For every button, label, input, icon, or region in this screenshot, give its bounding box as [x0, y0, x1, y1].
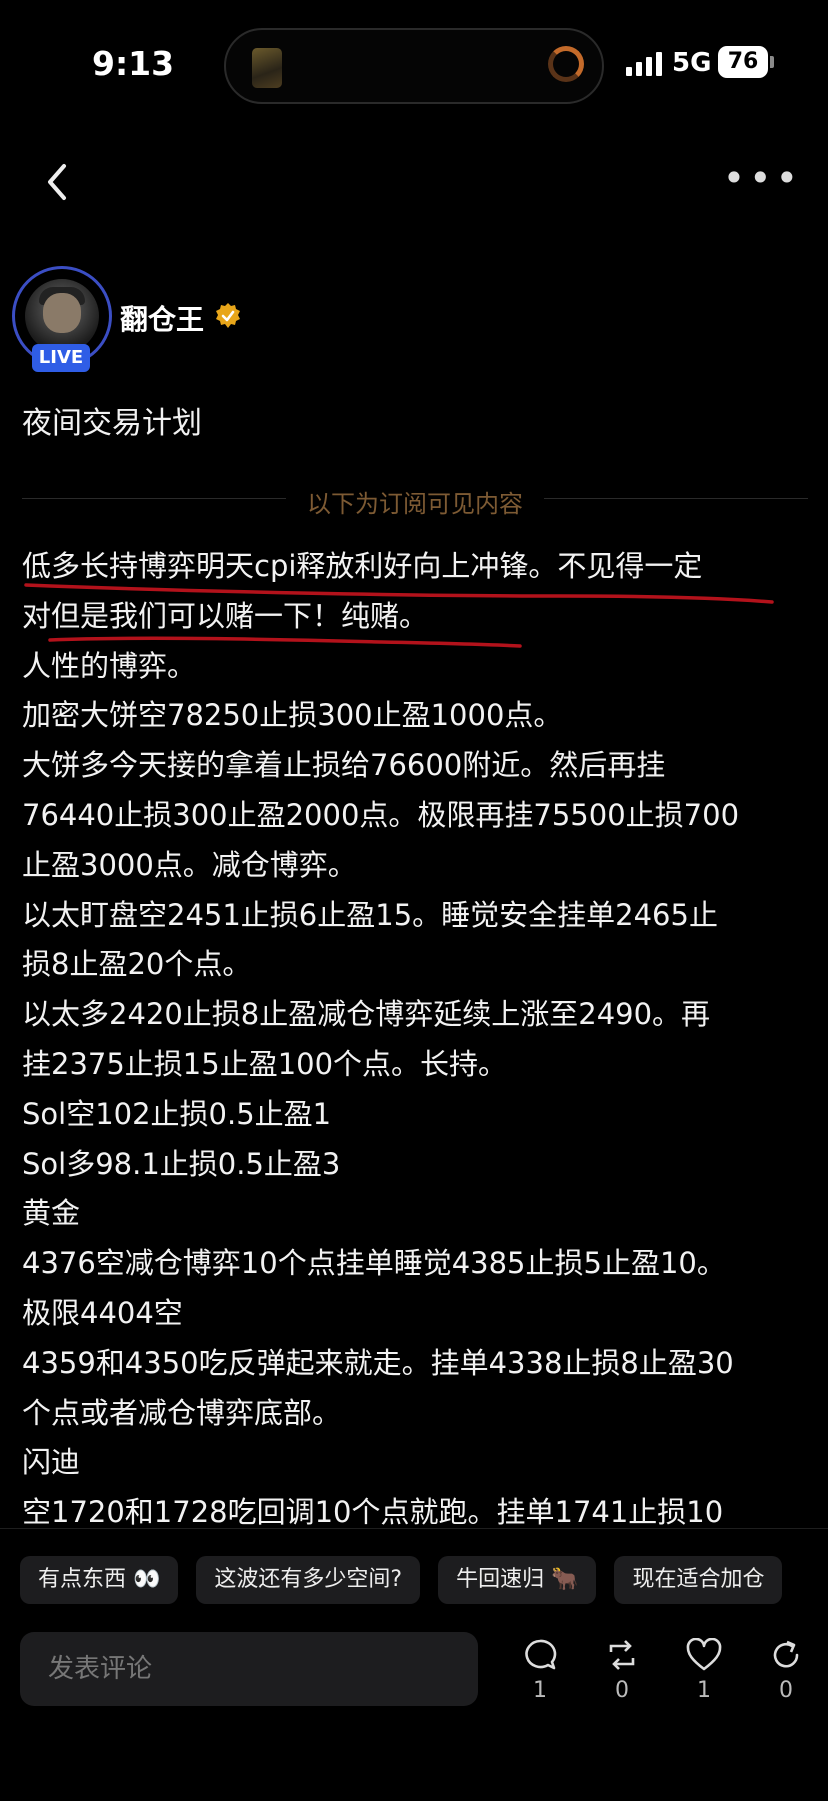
chevron-left-icon	[48, 164, 66, 200]
content-line: 76440止损300止盈2000点。极限再挂75500止损700	[22, 797, 740, 832]
quick-reply-chip[interactable]: 有点东西 👀	[20, 1556, 179, 1604]
content-line: 对但是我们可以赌一下！纯赌。	[22, 598, 429, 633]
quick-reply-chips: 有点东西 👀 这波还有多少空间? 牛回速归 🐂 现在适合加仓	[20, 1556, 783, 1604]
content-line: 黄金	[22, 1196, 81, 1231]
activity-ring-icon	[548, 46, 584, 82]
content-line: 以太盯盘空2451止损6止盈15。睡觉安全挂单2465止	[22, 897, 718, 932]
content-line: 4376空减仓博弈10个点挂单睡觉4385止损5止盈10。	[22, 1246, 726, 1281]
repost-button[interactable]: 0	[592, 1638, 652, 1703]
subscriber-divider-left	[22, 498, 286, 499]
quick-reply-chip[interactable]: 现在适合加仓	[614, 1556, 783, 1604]
like-count: 1	[697, 1678, 711, 1703]
battery-tip-icon	[770, 56, 774, 68]
quick-reply-chip[interactable]: 牛回速归 🐂	[438, 1556, 597, 1604]
status-time: 9:13	[92, 44, 175, 83]
subscriber-divider-label: 以下为订阅可见内容	[307, 490, 523, 518]
post-title: 夜间交易计划	[22, 406, 202, 441]
content-line: 止盈3000点。减仓博弈。	[22, 847, 357, 882]
content-line: Sol多98.1止损0.5止盈3	[22, 1146, 341, 1181]
comment-input[interactable]: 发表评论	[20, 1632, 478, 1706]
share-count: 0	[779, 1678, 793, 1703]
content-line: 闪迪	[22, 1445, 81, 1480]
content-line: 以太多2420止损8止盈减仓博弈延续上涨至2490。再	[22, 997, 711, 1032]
author-name[interactable]: 翻仓王	[120, 298, 204, 338]
back-button[interactable]	[40, 160, 76, 204]
content-line: Sol空102止损0.5止盈1	[22, 1096, 332, 1131]
content-line: 空1720和1728吃回调10个点就跑。挂单1741止损10	[22, 1495, 724, 1530]
like-button[interactable]: 1	[674, 1638, 734, 1703]
content-line: 人性的博弈。	[22, 648, 197, 683]
quick-reply-chip[interactable]: 这波还有多少空间?	[196, 1556, 421, 1604]
battery-indicator: 76	[718, 46, 768, 78]
subscriber-divider-right	[544, 498, 808, 499]
now-playing-thumbnail	[252, 48, 282, 88]
content-line: 损8止盈20个点。	[22, 947, 252, 982]
content-line: 低多长持博弈明天cpi释放利好向上冲锋。不见得一定	[22, 549, 703, 583]
bottom-divider	[0, 1528, 828, 1529]
heart-icon	[686, 1638, 722, 1671]
cell-signal-icon	[626, 52, 662, 76]
content-line: 挂2375止损15止盈100个点。长持。	[22, 1046, 508, 1081]
more-options-button[interactable]: •••	[723, 159, 802, 197]
content-line: 个点或者减仓博弈底部。	[22, 1395, 342, 1430]
comment-button[interactable]: 1	[510, 1638, 570, 1703]
more-dots-icon: •••	[722, 156, 802, 200]
network-type: 5G	[672, 48, 712, 78]
dynamic-island[interactable]	[224, 28, 604, 104]
live-badge[interactable]: LIVE	[32, 344, 90, 372]
share-icon	[773, 1640, 799, 1668]
content-line: 4359和4350吃反弹起来就走。挂单4338止损8止盈30	[22, 1345, 734, 1380]
comment-bubble-icon	[525, 1639, 557, 1670]
repost-count: 0	[615, 1678, 629, 1703]
content-line: 极限4404空	[22, 1295, 183, 1330]
content-line: 加密大饼空78250止损300止盈1000点。	[22, 698, 563, 733]
content-line: 大饼多今天接的拿着止损给76600附近。然后再挂	[22, 748, 666, 783]
share-button[interactable]: 0	[756, 1638, 816, 1703]
avatar-image	[25, 279, 99, 353]
comment-count: 1	[533, 1678, 547, 1703]
verified-badge-icon	[216, 303, 240, 328]
post-content: 低多长持博弈明天cpi释放利好向上冲锋。不见得一定 对但是我们可以赌一下！纯赌。…	[22, 542, 812, 1538]
repost-icon	[609, 1640, 635, 1670]
